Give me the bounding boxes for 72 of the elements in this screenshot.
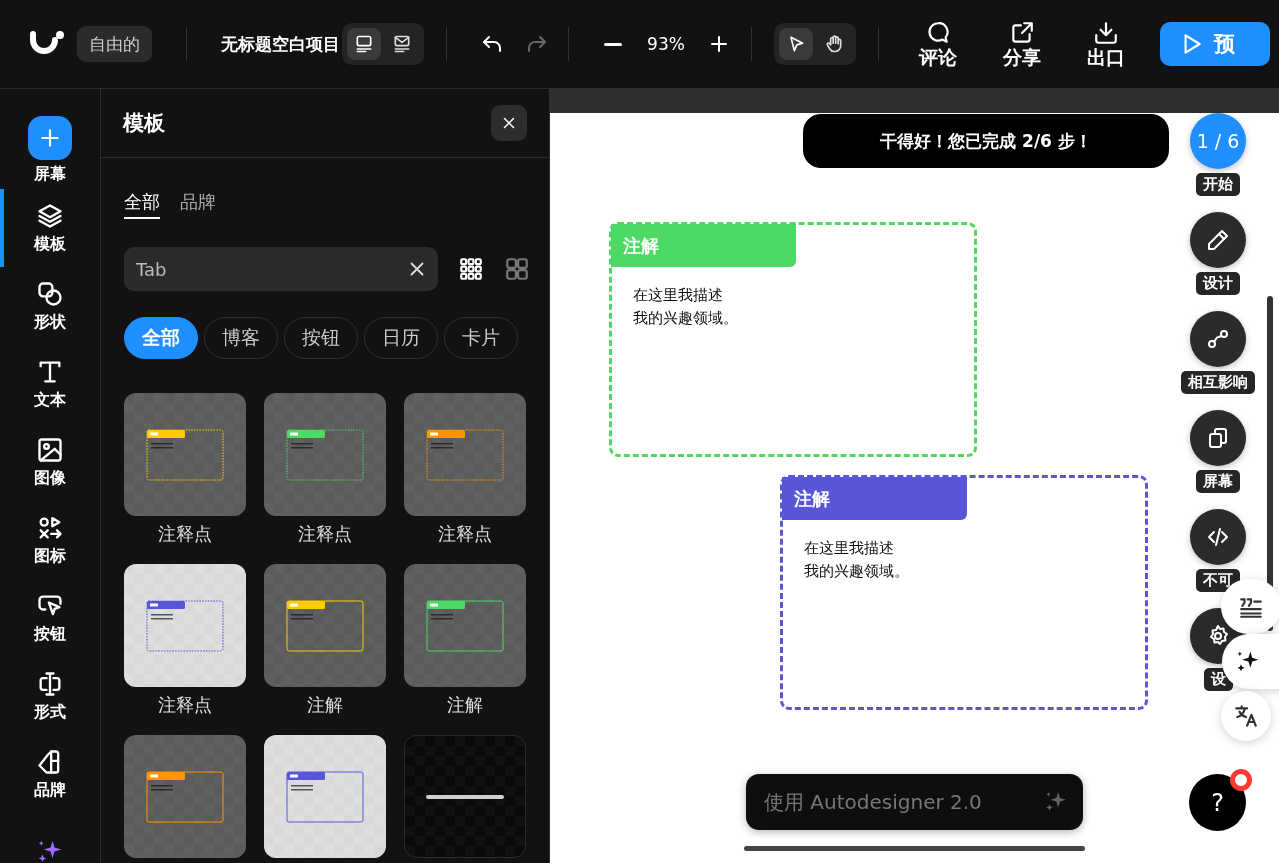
copy-icon [1206, 426, 1230, 450]
large-grid-button[interactable] [504, 256, 530, 282]
monitor-button[interactable] [347, 28, 381, 60]
annotation-title: 注解 [611, 224, 796, 267]
step-label: 设计 [1196, 272, 1240, 295]
hand-icon [824, 34, 844, 54]
step-button[interactable] [1190, 509, 1246, 565]
pencil-icon [1206, 228, 1230, 252]
step-label: 相互影响 [1181, 371, 1255, 394]
minus-icon [604, 42, 622, 46]
monitor-icon [354, 34, 374, 54]
sidebar-item[interactable]: 图标 [0, 501, 100, 579]
mail-icon [392, 34, 412, 54]
template-label: 注释点 [158, 522, 212, 546]
scrollbar[interactable] [744, 846, 1085, 851]
large-grid-icon [504, 256, 530, 282]
template-label: 注解 [447, 693, 483, 717]
sidebar-item[interactable]: 形状 [0, 267, 100, 345]
zoom-level: 93% [646, 34, 686, 54]
annotation-text: 在这里我描述 [633, 285, 723, 306]
panel-tab[interactable]: 全部 [124, 190, 160, 219]
annotation-card[interactable]: 注解 在这里我描述 我的兴趣领域。 [780, 475, 1148, 710]
close-button[interactable] [491, 105, 527, 141]
shapes-icon [36, 279, 64, 308]
form-icon [36, 669, 64, 698]
sidebar-item[interactable]: 形式 [0, 657, 100, 735]
share-icon [1009, 20, 1035, 46]
template-label: 注释点 [158, 693, 212, 717]
sidebar-item[interactable]: 文本 [0, 345, 100, 423]
comment-icon [925, 20, 951, 46]
sidebar-item[interactable]: 屏幕 [0, 111, 100, 189]
sidebar-item[interactable]: 图像 [0, 423, 100, 501]
sidebar-item[interactable]: 品牌 [0, 735, 100, 813]
mode-badge: 自由的 [77, 26, 152, 62]
download-icon [1093, 20, 1119, 46]
translate-icon [1233, 703, 1259, 729]
project-title: 无标题空白项目 [221, 32, 340, 56]
panel-tab[interactable]: 品牌 [180, 190, 216, 219]
template-card[interactable] [404, 735, 526, 858]
annotation-text: 我的兴趣领域。 [804, 561, 909, 582]
template-label: 注解 [307, 693, 343, 717]
help-button[interactable]: ? [1189, 774, 1246, 831]
small-grid-button[interactable] [458, 256, 484, 282]
template-label: 注释点 [438, 522, 492, 546]
share-button[interactable]: 分享 [992, 20, 1052, 68]
annotation-text: 在这里我描述 [804, 538, 894, 559]
export-button[interactable]: 出口 [1076, 20, 1136, 68]
code-icon [1206, 525, 1230, 549]
template-label: 注释点 [298, 522, 352, 546]
cursor-button[interactable] [779, 28, 813, 60]
translate-button[interactable] [1221, 691, 1271, 741]
layers-icon [36, 201, 64, 230]
step-button[interactable] [1190, 311, 1246, 367]
step-label: 屏幕 [1196, 470, 1240, 493]
template-card[interactable] [124, 564, 246, 687]
image-icon [36, 435, 64, 464]
step-button[interactable] [1190, 212, 1246, 268]
step-label: 不可 [1196, 569, 1240, 592]
panel-title: 模板 [123, 110, 165, 137]
small-grid-icon [458, 256, 484, 282]
step-button[interactable] [1190, 410, 1246, 466]
annotation-title: 注解 [782, 477, 967, 520]
step-label: 开始 [1196, 173, 1240, 196]
template-card[interactable] [264, 735, 386, 858]
search-field[interactable]: Tab [124, 247, 438, 291]
progress-banner: 干得好！您已完成 2/6 步！ [803, 114, 1169, 168]
prompt-field[interactable]: 使用 Autodesigner 2.0 [746, 774, 1083, 830]
sidebar-item[interactable]: 按钮 [0, 579, 100, 657]
annotation-text: 我的兴趣领域。 [633, 308, 738, 329]
nodes-icon [1206, 327, 1230, 351]
annotation-card[interactable]: 注解 在这里我描述 我的兴趣领域。 [609, 222, 977, 457]
comment-button[interactable]: 评论 [908, 20, 968, 68]
